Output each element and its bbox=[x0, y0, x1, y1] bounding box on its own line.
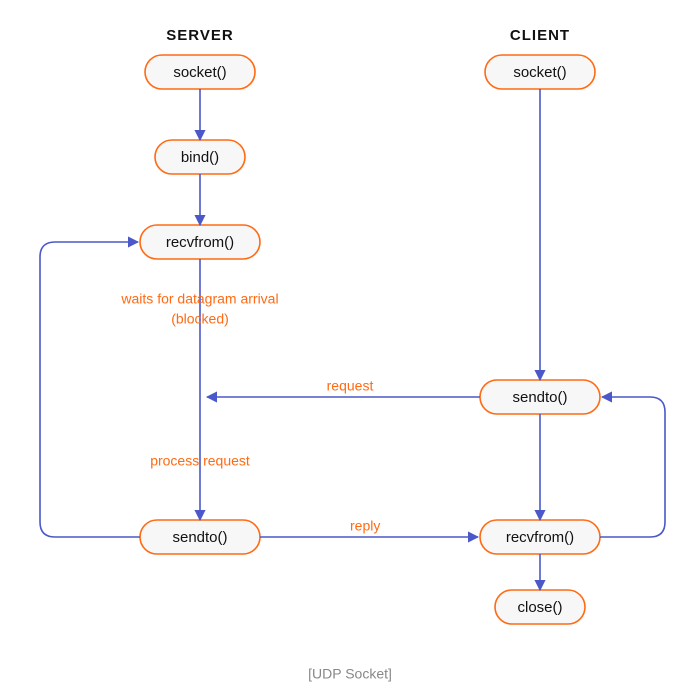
client-close-node: close() bbox=[495, 590, 585, 624]
server-socket-node: socket() bbox=[145, 55, 255, 89]
client-recvfrom-node: recvfrom() bbox=[480, 520, 600, 554]
edge-server-sendto-loop-recvfrom bbox=[40, 242, 140, 537]
server-sendto-label: sendto() bbox=[172, 529, 227, 546]
server-bind-label: bind() bbox=[181, 149, 219, 166]
server-bind-node: bind() bbox=[155, 140, 245, 174]
waits-label-line2: (blocked) bbox=[171, 311, 229, 327]
client-sendto-node: sendto() bbox=[480, 380, 600, 414]
server-sendto-node: sendto() bbox=[140, 520, 260, 554]
reply-label: reply bbox=[350, 518, 380, 534]
client-sendto-label: sendto() bbox=[512, 389, 567, 406]
diagram-caption: [UDP Socket] bbox=[308, 666, 392, 682]
client-recvfrom-label: recvfrom() bbox=[506, 529, 574, 546]
server-column-header: SERVER bbox=[166, 27, 233, 44]
udp-socket-diagram: SERVER CLIENT socket() bind() recvfrom()… bbox=[0, 0, 700, 700]
client-socket-node: socket() bbox=[485, 55, 595, 89]
request-label: request bbox=[327, 378, 374, 394]
waits-label-line1: waits for datagram arrival bbox=[120, 291, 278, 307]
edge-client-recvfrom-loop-sendto bbox=[600, 397, 665, 537]
client-column-header: CLIENT bbox=[510, 27, 570, 44]
client-socket-label: socket() bbox=[513, 64, 566, 81]
server-socket-label: socket() bbox=[173, 64, 226, 81]
client-close-label: close() bbox=[517, 599, 562, 616]
process-request-label: process request bbox=[150, 453, 250, 469]
server-recvfrom-label: recvfrom() bbox=[166, 234, 234, 251]
server-recvfrom-node: recvfrom() bbox=[140, 225, 260, 259]
